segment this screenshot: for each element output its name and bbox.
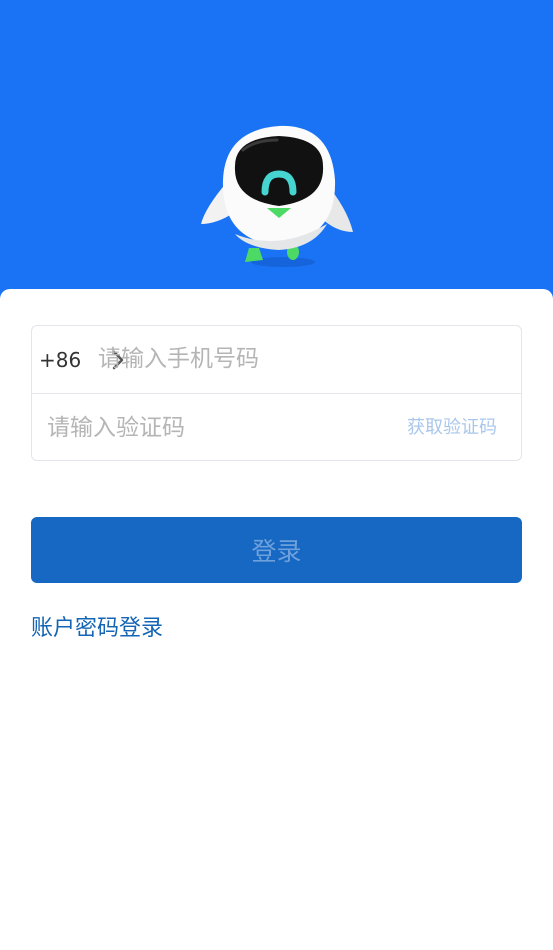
login-page: +86 获取验证码 登录 账户密码登录 [0,0,553,950]
phone-row: +86 [32,326,521,394]
header-banner [0,0,553,310]
robot-mascot-illustration [201,125,353,267]
password-login-link[interactable]: 账户密码登录 [31,612,163,646]
country-code-selector[interactable]: +86 [39,346,81,374]
login-form: +86 获取验证码 [31,325,522,461]
code-row: 获取验证码 [32,393,521,460]
phone-input[interactable] [98,343,498,375]
verification-code-input[interactable] [47,412,377,444]
get-code-button[interactable]: 获取验证码 [407,416,497,440]
login-button[interactable]: 登录 [31,517,522,583]
